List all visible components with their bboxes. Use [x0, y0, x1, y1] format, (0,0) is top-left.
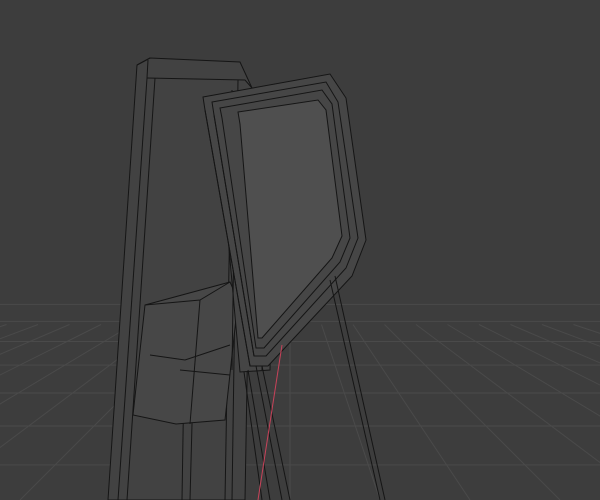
3d-viewport[interactable] [0, 0, 600, 500]
